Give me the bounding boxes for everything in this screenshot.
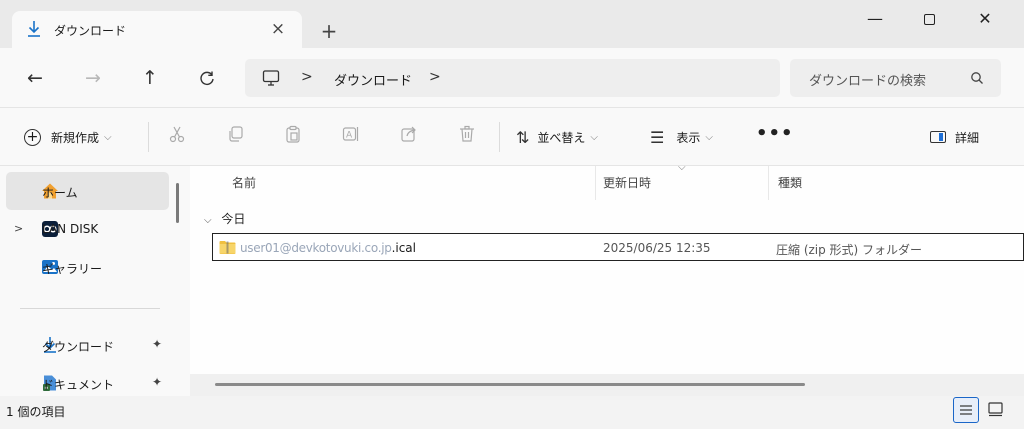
new-button[interactable]: + 新規作成 ⌵ [24, 125, 112, 149]
view-label: 表示 [676, 130, 701, 145]
cut-glyph [169, 126, 185, 143]
minimize-button[interactable]: — [852, 0, 898, 40]
address-bar[interactable]: > ダウンロード > [245, 59, 780, 97]
tiles-view-icon [988, 402, 1003, 417]
search-placeholder: ダウンロードの検索 [809, 74, 927, 89]
column-header-date[interactable]: 更新日時 [603, 174, 651, 191]
sort-label: 並べ替え [537, 130, 586, 145]
copy-icon[interactable] [224, 125, 246, 149]
column-separator[interactable] [595, 166, 596, 200]
column-separator[interactable] [768, 166, 769, 200]
file-date: 2025/06/25 12:35 [603, 241, 711, 255]
sidebar-item-downloads[interactable]: ダウンロード ✦ [6, 326, 169, 364]
tab-downloads[interactable]: ダウンロード × [12, 11, 302, 48]
zip-folder-icon [219, 241, 236, 254]
address-row: ← → ↑ > ダウンロード > ダウンロードの検索 [0, 48, 1024, 108]
view-list-icon: ☰ [650, 127, 665, 147]
cut-icon[interactable] [166, 125, 188, 149]
share-icon[interactable] [398, 125, 420, 149]
chevron-down-icon: ⌵ [104, 131, 112, 143]
group-label: 今日 [221, 212, 246, 226]
paste-icon[interactable] [282, 125, 304, 149]
sidebar-item-label: ホーム [42, 186, 78, 200]
download-icon [28, 21, 40, 37]
group-header-today[interactable]: ⌵ 今日 [204, 210, 245, 227]
more-options-button[interactable]: ••• [756, 123, 794, 144]
breadcrumb-separator[interactable]: > [301, 69, 313, 85]
title-bar: ダウンロード × + — ✕ [0, 0, 1024, 48]
file-name: user01@devkotovuki.co.jp.ical [240, 241, 416, 255]
details-pane-icon [930, 131, 946, 143]
details-pane-button[interactable]: 詳細 [930, 125, 979, 149]
sort-indicator-icon: ⌵ [678, 162, 686, 173]
sidebar-item-label: LAN DISK [42, 222, 99, 236]
breadcrumb-separator[interactable]: > [429, 69, 441, 85]
view-button[interactable]: ☰ 表示 ⌵ [650, 125, 713, 149]
details-view-icon [960, 405, 972, 415]
file-type: 圧縮 (zip 形式) フォルダー [776, 243, 923, 257]
file-explorer-window: ダウンロード × + — ✕ ← → ↑ > ダウンロード > ダウンロードの検… [0, 0, 1024, 429]
pin-icon[interactable]: ✦ [152, 337, 162, 351]
sort-button[interactable]: ⇅ 並べ替え ⌵ [516, 125, 598, 149]
details-view-button[interactable] [953, 397, 979, 423]
new-tab-button[interactable]: + [318, 20, 340, 42]
pin-icon[interactable]: ✦ [152, 375, 162, 389]
trash-glyph [460, 125, 474, 142]
sidebar-item-label: ダウンロード [42, 340, 115, 354]
this-pc-icon [262, 70, 280, 86]
sidebar-divider [20, 308, 160, 309]
sort-icon: ⇅ [516, 127, 530, 147]
sidebar-item-lan-disk[interactable]: LAN DISK [6, 210, 169, 248]
status-bar: 1 個の項目 [0, 396, 1024, 429]
table-row[interactable]: user01@devkotovuki.co.jp.ical 2025/06/25… [212, 233, 1024, 261]
breadcrumb-downloads[interactable]: ダウンロード [334, 70, 412, 89]
navigation-pane: ホーム > LAN DISK ギャラリー ダウンロード ✦ ≡ ドキュメント ✦ [0, 166, 190, 396]
chevron-down-icon: ⌵ [204, 215, 212, 226]
plus-icon: + [24, 128, 41, 146]
back-button[interactable]: ← [21, 66, 49, 90]
tab-close-button[interactable]: × [268, 18, 288, 40]
item-count: 1 個の項目 [6, 405, 66, 419]
svg-text:A: A [346, 131, 353, 141]
file-name-suffix: .ical [391, 241, 416, 255]
paste-glyph [286, 125, 300, 143]
search-box[interactable]: ダウンロードの検索 [790, 59, 1001, 97]
sidebar-item-label: ドキュメント [42, 378, 115, 392]
share-glyph [401, 126, 416, 142]
tab-title: ダウンロード [54, 24, 127, 38]
close-window-button[interactable]: ✕ [962, 0, 1008, 40]
horizontal-scrollbar[interactable] [215, 383, 805, 386]
chevron-down-icon: ⌵ [705, 131, 713, 143]
forward-button[interactable]: → [79, 66, 107, 90]
copy-glyph [229, 126, 243, 142]
up-button[interactable]: ↑ [136, 66, 164, 90]
column-header-type[interactable]: 種類 [778, 174, 802, 191]
command-bar: + 新規作成 ⌵ A ⇅ 並べ替え ⌵ ☰ 表示 ⌵ ••• 詳細 [0, 108, 1024, 166]
file-name-obscured: user01@devkotovuki.co.jp [240, 241, 392, 255]
search-icon[interactable] [970, 71, 984, 85]
rename-glyph: A [342, 127, 359, 141]
new-label: 新規作成 [51, 130, 100, 145]
sidebar-scrollbar[interactable] [176, 183, 179, 223]
delete-icon[interactable] [456, 125, 478, 149]
maximize-icon [923, 14, 935, 25]
divider [148, 122, 149, 152]
tiles-view-button[interactable] [984, 397, 1010, 423]
details-label: 詳細 [955, 130, 980, 145]
refresh-icon [200, 71, 214, 85]
sidebar-item-gallery[interactable]: ギャラリー [6, 248, 169, 286]
column-header-name[interactable]: 名前 [232, 174, 256, 191]
divider [499, 122, 500, 152]
file-list: 名前 ⌵ 更新日時 種類 ⌵ 今日 user01@devkotovuki.co.… [190, 162, 1024, 396]
maximize-button[interactable] [906, 0, 952, 40]
refresh-button[interactable] [193, 66, 221, 90]
rename-icon[interactable]: A [340, 125, 362, 149]
chevron-down-icon: ⌵ [590, 131, 599, 143]
sidebar-item-label: ギャラリー [42, 262, 103, 276]
sidebar-item-home[interactable]: ホーム [6, 172, 169, 210]
